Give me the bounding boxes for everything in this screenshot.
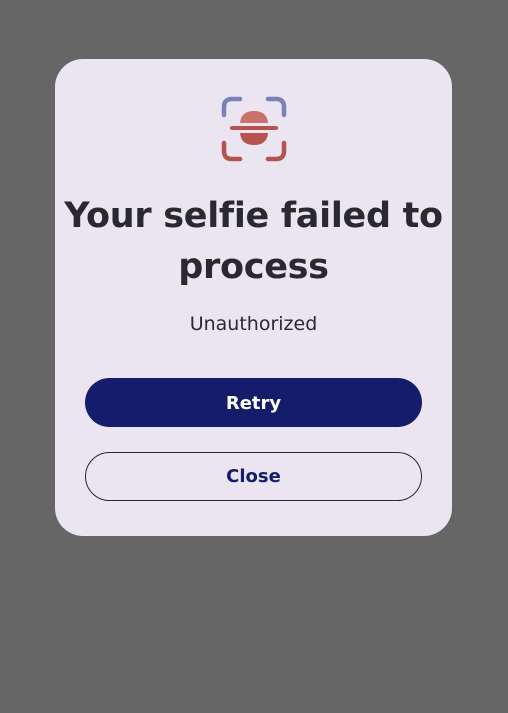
error-message: Unauthorized [189,313,318,335]
close-button[interactable]: Close [85,452,422,501]
dialog-title: Your selfie failed to process [64,196,443,287]
selfie-scan-icon [221,96,287,162]
error-dialog: Your selfie failed to process Unauthoriz… [55,59,452,536]
retry-button[interactable]: Retry [85,378,422,427]
